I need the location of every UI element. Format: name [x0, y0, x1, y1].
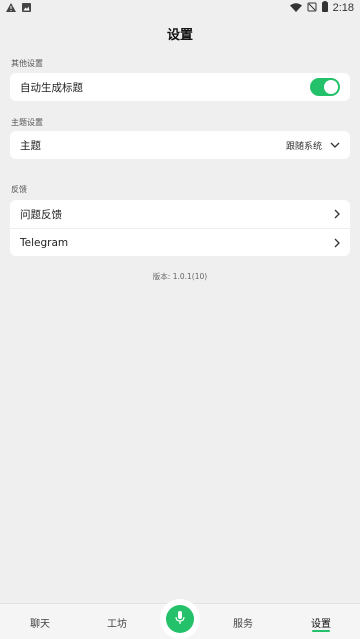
warning-icon [6, 2, 16, 15]
status-right: 2:18 [289, 1, 354, 15]
microphone-icon [175, 610, 185, 629]
status-left [6, 2, 31, 15]
header: 设置 [0, 18, 360, 48]
feedback-row[interactable]: 问题反馈 [10, 200, 350, 228]
status-bar: 2:18 [0, 0, 360, 16]
nav-item-chat[interactable]: 聊天 [20, 604, 60, 639]
section-label-feedback: 反馈 [11, 185, 27, 194]
theme-value: 跟随系统 [285, 141, 322, 152]
chevron-right-icon [334, 209, 340, 219]
mic-button[interactable] [166, 605, 194, 633]
auto-title-label: 自动生成标题 [20, 81, 83, 94]
nav-item-workshop[interactable]: 工坊 [97, 604, 137, 639]
image-icon [22, 2, 31, 15]
section-label-other: 其他设置 [11, 59, 43, 68]
wifi-icon [289, 2, 302, 15]
chevron-right-icon [334, 238, 340, 248]
card-other-settings: 自动生成标题 [10, 73, 350, 101]
theme-selector[interactable]: 跟随系统 [286, 139, 340, 152]
chevron-down-icon [330, 142, 340, 148]
no-sim-icon [307, 2, 317, 15]
auto-title-toggle[interactable] [310, 78, 340, 96]
card-theme-settings: 主题 跟随系统 [10, 131, 350, 159]
auto-title-row[interactable]: 自动生成标题 [10, 73, 350, 101]
card-feedback: 问题反馈 Telegram [10, 200, 350, 256]
telegram-row[interactable]: Telegram [10, 228, 350, 256]
active-tab-indicator [312, 630, 330, 632]
feedback-label: 问题反馈 [20, 208, 62, 221]
version-text: 版本: 1.0.1(10) [152, 272, 208, 281]
battery-icon [321, 1, 328, 15]
toggle-knob [324, 80, 338, 94]
page-title: 设置 [166, 27, 193, 43]
section-label-theme: 主题设置 [11, 118, 43, 127]
nav-item-services[interactable]: 服务 [223, 604, 263, 639]
theme-label: 主题 [20, 139, 41, 152]
nav-item-settings[interactable]: 设置 [301, 604, 341, 639]
telegram-label: Telegram [20, 236, 69, 249]
theme-row[interactable]: 主题 跟随系统 [10, 131, 350, 159]
status-time: 2:18 [332, 2, 354, 14]
